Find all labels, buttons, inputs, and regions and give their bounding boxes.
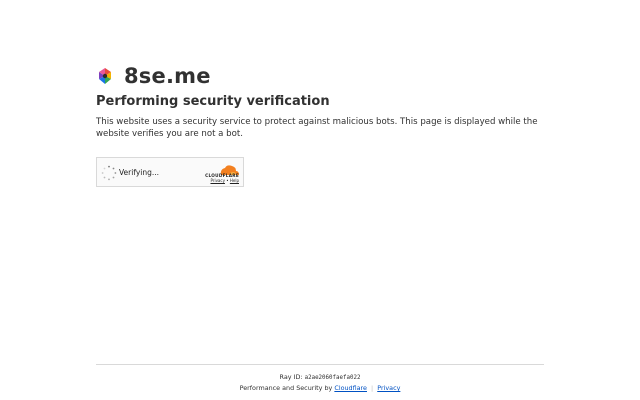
- page-title: Performing security verification: [96, 94, 330, 109]
- main-content: 8se.me Performing security verification …: [96, 62, 544, 187]
- footer-privacy-link[interactable]: Privacy: [377, 384, 400, 392]
- site-header: 8se.me: [96, 62, 544, 90]
- footer: Ray ID: a2ae2060faefa022 Performance and…: [96, 372, 544, 393]
- widget-link-separator: •: [226, 178, 229, 183]
- verifying-status: Verifying...: [119, 168, 160, 177]
- turnstile-widget[interactable]: Verifying... CLOUDFLARE Privacy • Help: [96, 157, 244, 187]
- loading-spinner-icon: [101, 165, 117, 181]
- ray-id-value: a2ae2060faefa022: [304, 375, 361, 381]
- widget-links: Privacy • Help: [210, 178, 239, 183]
- page-description: This website uses a security service to …: [96, 117, 538, 139]
- ray-id-row: Ray ID: a2ae2060faefa022: [96, 372, 544, 383]
- widget-privacy-link[interactable]: Privacy: [210, 178, 224, 183]
- footer-separator: |: [371, 384, 374, 392]
- performance-row: Performance and Security by Cloudflare |…: [96, 383, 544, 393]
- favicon-icon: [96, 67, 114, 85]
- footer-divider: [96, 364, 544, 365]
- ray-id-label: Ray ID:: [279, 373, 303, 381]
- widget-help-link[interactable]: Help: [230, 178, 239, 183]
- site-name: 8se.me: [124, 64, 211, 88]
- performance-text: Performance and Security by: [239, 384, 333, 392]
- cloudflare-link[interactable]: Cloudflare: [334, 384, 367, 392]
